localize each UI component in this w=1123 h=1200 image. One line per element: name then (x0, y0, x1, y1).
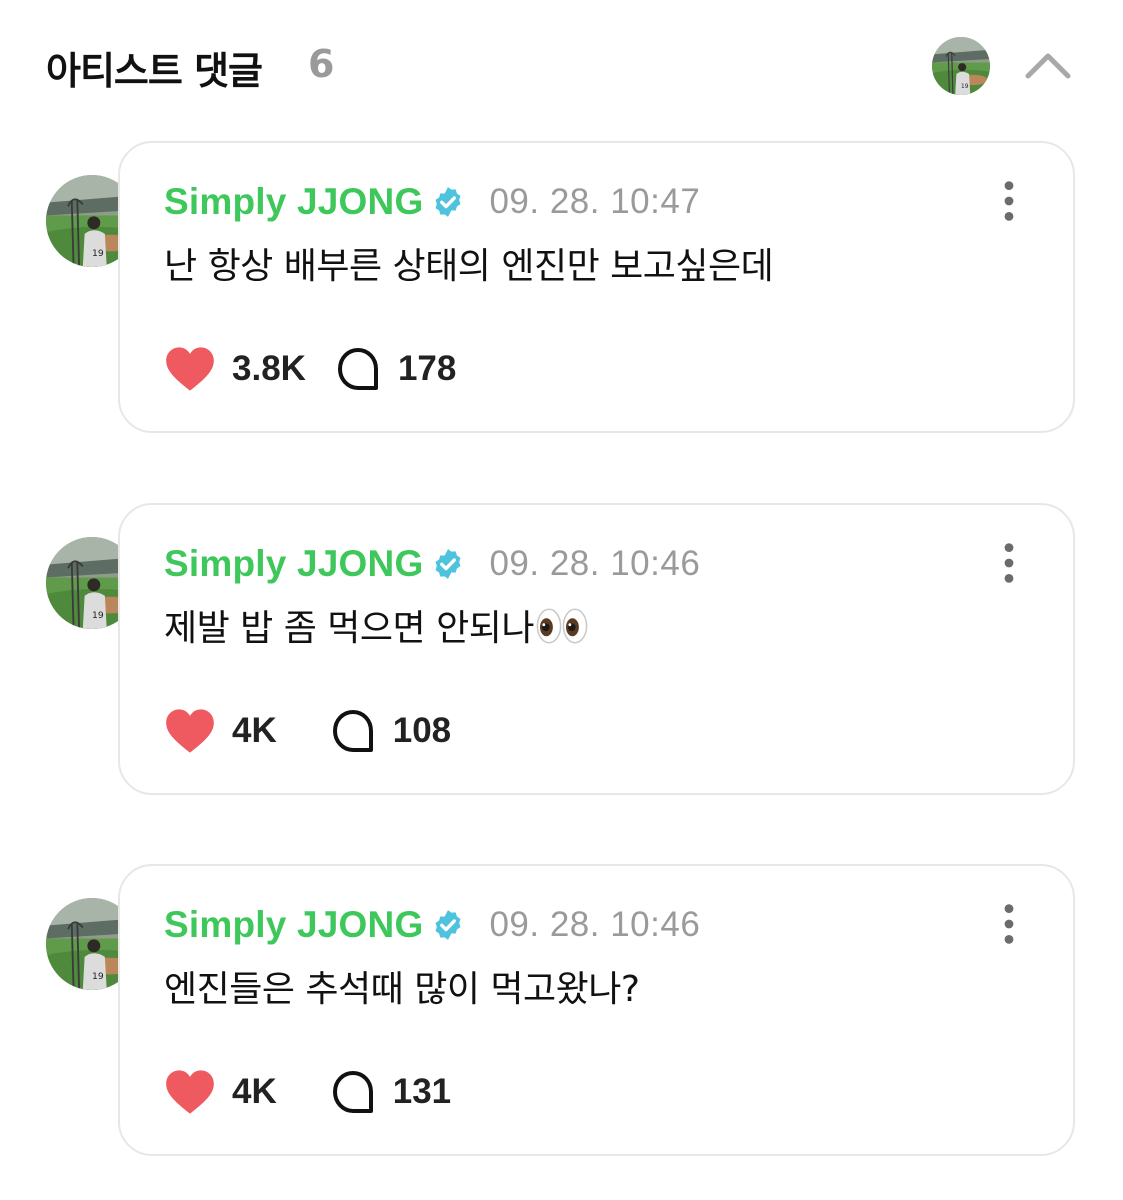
verified-badge-icon (431, 908, 465, 942)
comment-text: 난 항상 배부른 상태의 엔진만 보고싶은데 (164, 246, 774, 287)
comment-card: Simply JJONG 09. 28. 10:46 엔진들은 추석때 많이 먹… (118, 864, 1075, 1156)
comment-card: Simply JJONG 09. 28. 10:47 난 항상 배부른 상태의 … (118, 141, 1075, 433)
comment-header: Simply JJONG 09. 28. 10:47 (164, 179, 700, 225)
comment-stats: 4K 131 (164, 1066, 451, 1118)
more-vertical-icon[interactable] (994, 179, 1024, 223)
comment-stats: 3.8K 178 (164, 343, 456, 395)
more-vertical-icon[interactable] (994, 902, 1024, 946)
like-count: 4K (232, 1072, 277, 1111)
speech-bubble-icon (329, 707, 377, 755)
reply-button[interactable]: 178 (334, 345, 456, 393)
like-button[interactable]: 3.8K (164, 345, 306, 393)
comment-header: Simply JJONG 09. 28. 10:46 (164, 541, 700, 587)
section-title: 아티스트 댓글 (46, 49, 263, 93)
reply-button[interactable]: 108 (329, 707, 451, 755)
speech-bubble-icon (334, 345, 382, 393)
reply-button[interactable]: 131 (329, 1068, 451, 1116)
author-name[interactable]: Simply JJONG (164, 543, 423, 585)
comment-timestamp: 09. 28. 10:47 (489, 182, 701, 221)
eyes-emoji-icon (536, 608, 588, 653)
comment-card: Simply JJONG 09. 28. 10:46 제발 밥 좀 먹으면 안되… (118, 503, 1075, 795)
like-count: 3.8K (232, 349, 306, 388)
reply-count: 178 (397, 349, 457, 388)
comment-stats: 4K 108 (164, 705, 451, 757)
verified-badge-icon (431, 185, 465, 219)
comment-timestamp: 09. 28. 10:46 (489, 544, 701, 583)
author-name[interactable]: Simply JJONG (164, 181, 423, 223)
author-name[interactable]: Simply JJONG (164, 904, 423, 946)
like-count: 4K (232, 711, 277, 750)
comment-text: 엔진들은 추석때 많이 먹고왔나? (164, 969, 640, 1010)
comment-header: Simply JJONG 09. 28. 10:46 (164, 902, 700, 948)
more-vertical-icon[interactable] (994, 541, 1024, 585)
like-button[interactable]: 4K (164, 1068, 277, 1116)
reply-count: 131 (392, 1072, 452, 1111)
artist-comments-header: 아티스트 댓글 6 (0, 0, 1123, 130)
like-button[interactable]: 4K (164, 707, 277, 755)
verified-badge-icon (431, 547, 465, 581)
chevron-up-icon[interactable] (1020, 42, 1076, 88)
reply-count: 108 (392, 711, 452, 750)
comment-timestamp: 09. 28. 10:46 (489, 905, 701, 944)
artist-avatar[interactable] (932, 37, 990, 95)
comment-text: 제발 밥 좀 먹으면 안되나 (164, 599, 588, 653)
heart-icon (164, 1068, 216, 1116)
heart-icon (164, 345, 216, 393)
comment-count: 6 (308, 42, 335, 86)
heart-icon (164, 707, 216, 755)
speech-bubble-icon (329, 1068, 377, 1116)
